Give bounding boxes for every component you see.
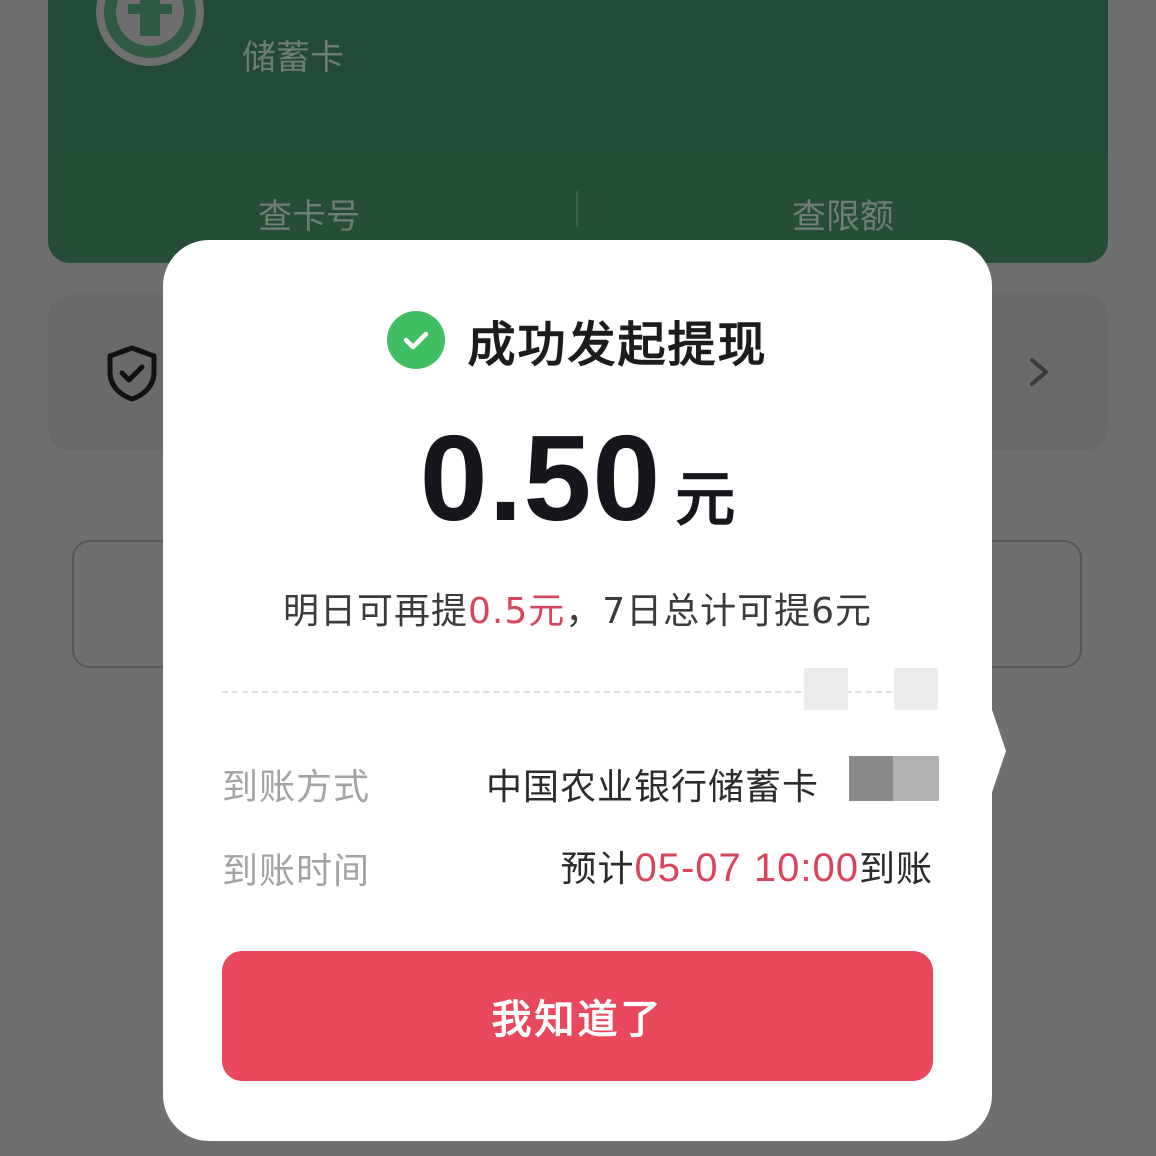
bank-logo-icon [96,0,204,66]
tomorrow-amount: 0.5元 [467,591,566,632]
limit-note-prefix: 明日可再提 [282,591,468,632]
chevron-right-icon[interactable] [1026,356,1052,388]
arrival-method-label: 到账方式 [222,767,371,808]
dialog-title: 成功发起提现 [467,317,768,373]
arrival-datetime: 05-07 10:00 [634,846,859,890]
withdraw-success-dialog: 成功发起提现 0.50 元 明日可再提0.5元，7日总计可提6元 到账方式 中国… [163,240,992,1141]
amount-display: 0.50 元 [163,408,992,548]
amount-value: 0.50 [419,410,662,546]
card-type-label: 储蓄卡 [242,38,344,78]
redaction-block [849,756,893,801]
redaction-block [893,756,939,801]
arrival-time-prefix: 预计 [560,849,635,890]
arrival-time-label: 到账时间 [222,851,371,892]
card-number-button[interactable]: 查卡号 [258,189,360,238]
shield-icon [107,345,157,402]
confirm-button[interactable]: 我知道了 [222,951,933,1081]
arrival-time-suffix: 到账 [858,849,933,890]
redaction-block [894,668,938,710]
limit-note-suffix: ，7日总计可提6元 [565,591,873,632]
arrival-time-value: 预计05-07 10:00到账 [560,840,933,892]
dialog-header: 成功发起提现 [163,310,992,373]
success-check-icon [387,311,446,369]
limit-button[interactable]: 查限额 [792,189,894,238]
card-actions-divider [576,191,578,227]
withdraw-limit-note: 明日可再提0.5元，7日总计可提6元 [163,582,992,634]
redaction-block [804,668,848,710]
arrival-method-value: 中国农业银行储蓄卡 [486,767,820,808]
amount-unit: 元 [675,465,736,535]
